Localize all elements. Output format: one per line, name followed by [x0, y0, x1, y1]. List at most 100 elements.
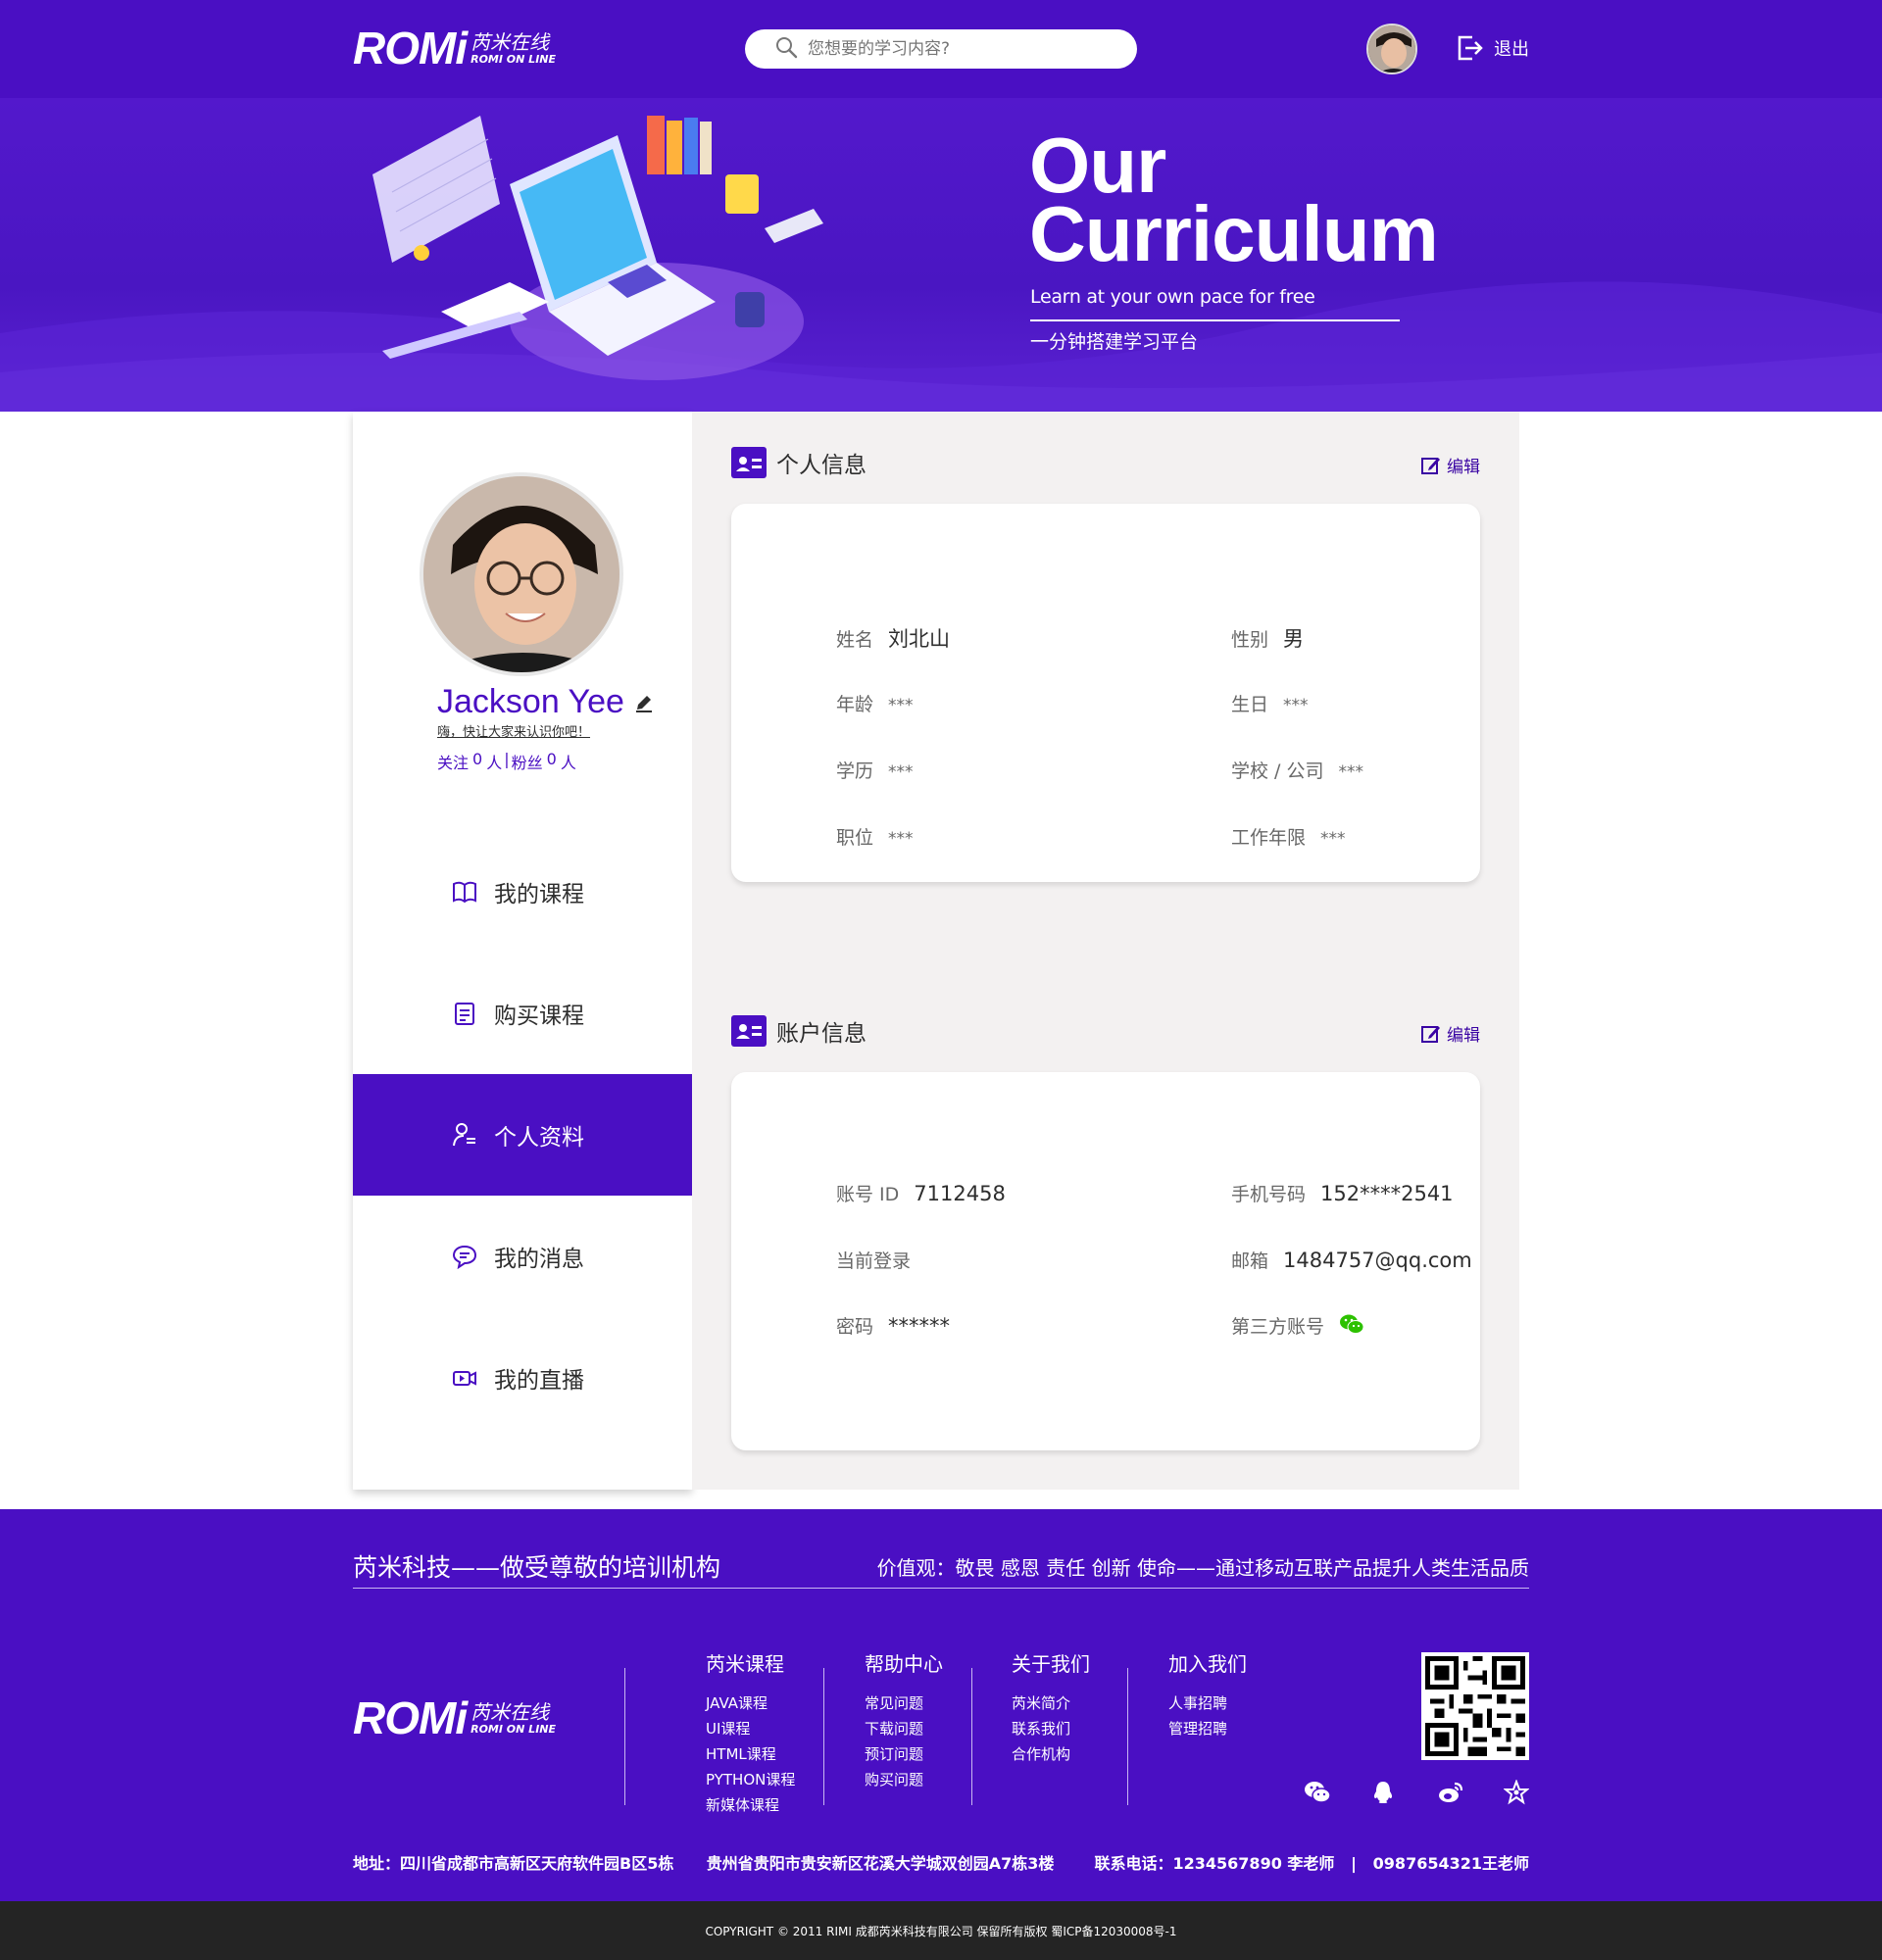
third-party-field: 第三方账号: [1231, 1312, 1364, 1339]
banner-subtitle: Learn at your own pace for free: [1030, 286, 1315, 308]
wechat-icon[interactable]: [1304, 1780, 1331, 1805]
fans-label[interactable]: 粉丝: [512, 750, 543, 773]
account-id-label: 账号 ID: [836, 1184, 900, 1205]
school-label: 学校 / 公司: [1231, 760, 1324, 782]
nav-item-my-live[interactable]: 我的直播: [353, 1317, 692, 1439]
email-field: 邮箱 1484757@qq.com: [1231, 1247, 1472, 1273]
qq-icon[interactable]: [1370, 1780, 1396, 1805]
footer-contact: 联系电话：1234567890 李老师 | 0987654321王老师: [1094, 1854, 1530, 1873]
footer-values: 价值观：敬畏 感恩 责任 创新 使命——通过移动互联产品提升人类生活品质: [876, 1556, 1529, 1580]
footer-link[interactable]: UI课程: [706, 1716, 795, 1741]
current-login-field: 当前登录: [836, 1247, 911, 1273]
weibo-icon[interactable]: [1437, 1780, 1463, 1805]
school-value: ***: [1338, 762, 1363, 782]
edit-icon: [1421, 1025, 1440, 1043]
gender-label: 性别: [1231, 629, 1269, 651]
footer-link[interactable]: 合作机构: [1012, 1741, 1090, 1767]
favorite-star-icon[interactable]: [1503, 1779, 1530, 1805]
account-card-icon: [731, 1015, 767, 1047]
follow-label[interactable]: 关注: [437, 750, 469, 773]
name-field: 姓名 刘北山: [836, 623, 950, 653]
copyright-text: COPYRIGHT © 2011 RIMI 成都芮米科技有限公司 保留所有版权 …: [705, 1924, 1177, 1938]
nav-item-label: 个人资料: [494, 1125, 584, 1151]
footer-link[interactable]: HTML课程: [706, 1741, 795, 1767]
footer-link[interactable]: PYTHON课程: [706, 1767, 795, 1792]
profile-bio[interactable]: 嗨，快让大家来认识你吧！: [437, 721, 590, 740]
edit-pencil-icon[interactable]: [634, 683, 654, 721]
profile-avatar[interactable]: [420, 472, 623, 676]
edit-icon: [1421, 457, 1440, 474]
school-company-field: 学校 / 公司 ***: [1231, 757, 1363, 783]
follow-separator: |: [504, 750, 510, 768]
password-field: 密码 ******: [836, 1312, 950, 1339]
education-label: 学历: [836, 760, 874, 782]
nav-item-buy-courses[interactable]: 购买课程: [353, 953, 692, 1074]
phone-label: 手机号码: [1231, 1184, 1307, 1205]
edit-label: 编辑: [1447, 1026, 1480, 1046]
footer-column-divider: [1127, 1668, 1128, 1805]
footer-link[interactable]: 人事招聘: [1168, 1690, 1247, 1716]
logo-cn-text: 芮米在线: [470, 29, 550, 54]
age-value: ***: [888, 696, 914, 715]
footer-column-title: 帮助中心: [865, 1652, 943, 1676]
wechat-bind-icon[interactable]: [1339, 1313, 1364, 1339]
footer-column-title: 芮米课程: [706, 1652, 784, 1676]
clipboard-icon: [451, 1000, 478, 1027]
nav-item-personal-profile[interactable]: 个人资料: [353, 1074, 692, 1196]
position-field: 职位 ***: [836, 823, 914, 850]
nav-item-my-messages[interactable]: 我的消息: [353, 1196, 692, 1317]
footer-link[interactable]: 预订问题: [865, 1741, 943, 1767]
footer-link[interactable]: 管理招聘: [1168, 1716, 1247, 1741]
search-input[interactable]: [808, 39, 1102, 59]
search-bar[interactable]: [745, 29, 1137, 69]
follow-unit: 人: [486, 754, 503, 772]
account-id-field: 账号 ID 7112458: [836, 1180, 1006, 1206]
password-value: ******: [888, 1314, 951, 1338]
qr-code: [1421, 1652, 1529, 1760]
logout-button[interactable]: 退出: [1455, 33, 1529, 63]
user-avatar[interactable]: [1366, 24, 1417, 74]
account-info-header: 账户信息: [731, 1014, 867, 1048]
footer-link[interactable]: 下载问题: [865, 1716, 943, 1741]
footer-logo[interactable]: ROMi 芮米在线 ROMI ON LINE: [353, 1691, 556, 1744]
phone-field: 手机号码 152****2541: [1231, 1180, 1454, 1206]
name-label: 姓名: [836, 629, 874, 651]
email-value: 1484757@qq.com: [1283, 1249, 1472, 1272]
id-card-icon: [731, 445, 767, 478]
nav-item-my-courses[interactable]: 我的课程: [353, 831, 692, 953]
romi-logo[interactable]: ROMi 芮米在线 ROMI ON LINE: [353, 22, 556, 74]
banner-divider: [1030, 319, 1400, 321]
follow-count: 0: [472, 750, 483, 768]
footer-link[interactable]: 购买问题: [865, 1767, 943, 1792]
search-icon[interactable]: [774, 35, 798, 63]
birthday-value: ***: [1283, 696, 1309, 715]
footer-column-help: 帮助中心 常见问题 下载问题 预订问题 购买问题: [865, 1648, 943, 1792]
footer-link[interactable]: 芮米简介: [1012, 1690, 1090, 1716]
footer-link[interactable]: 常见问题: [865, 1690, 943, 1716]
footer-slogan: 芮米科技——做受尊敬的培训机构: [353, 1553, 721, 1582]
banner-title-line2: Curriculum: [1029, 190, 1439, 277]
nav-item-label: 购买课程: [494, 1004, 584, 1029]
site-footer: 芮米科技——做受尊敬的培训机构 价值观：敬畏 感恩 责任 创新 使命——通过移动…: [0, 1509, 1882, 1901]
footer-link[interactable]: 联系我们: [1012, 1716, 1090, 1741]
age-field: 年龄 ***: [836, 690, 914, 716]
profile-content-panel: 个人信息 编辑 姓名 刘北山 性别 男 年龄 *** 生日 *** 学历 ***…: [692, 412, 1519, 1490]
logo-mark: ROMi: [353, 23, 468, 74]
personal-info-edit-button[interactable]: 编辑: [1421, 453, 1480, 477]
profile-name-text: Jackson Yee: [437, 683, 624, 720]
social-links: [1304, 1779, 1530, 1805]
banner-wave: [0, 281, 1882, 412]
footer-link[interactable]: JAVA课程: [706, 1690, 795, 1716]
footer-divider: [353, 1588, 1529, 1589]
footer-column-divider: [971, 1668, 972, 1805]
footer-column-divider: [624, 1668, 625, 1805]
logout-icon: [1458, 35, 1483, 61]
account-info-edit-button[interactable]: 编辑: [1421, 1021, 1480, 1046]
banner-tagline: 一分钟搭建学习平台: [1030, 331, 1199, 353]
name-value: 刘北山: [888, 627, 951, 651]
personal-info-title: 个人信息: [776, 453, 867, 478]
password-label: 密码: [836, 1316, 874, 1338]
footer-link[interactable]: 新媒体课程: [706, 1792, 795, 1818]
account-id-value: 7112458: [914, 1182, 1006, 1205]
logo-cn-text: 芮米在线: [470, 1699, 550, 1724]
